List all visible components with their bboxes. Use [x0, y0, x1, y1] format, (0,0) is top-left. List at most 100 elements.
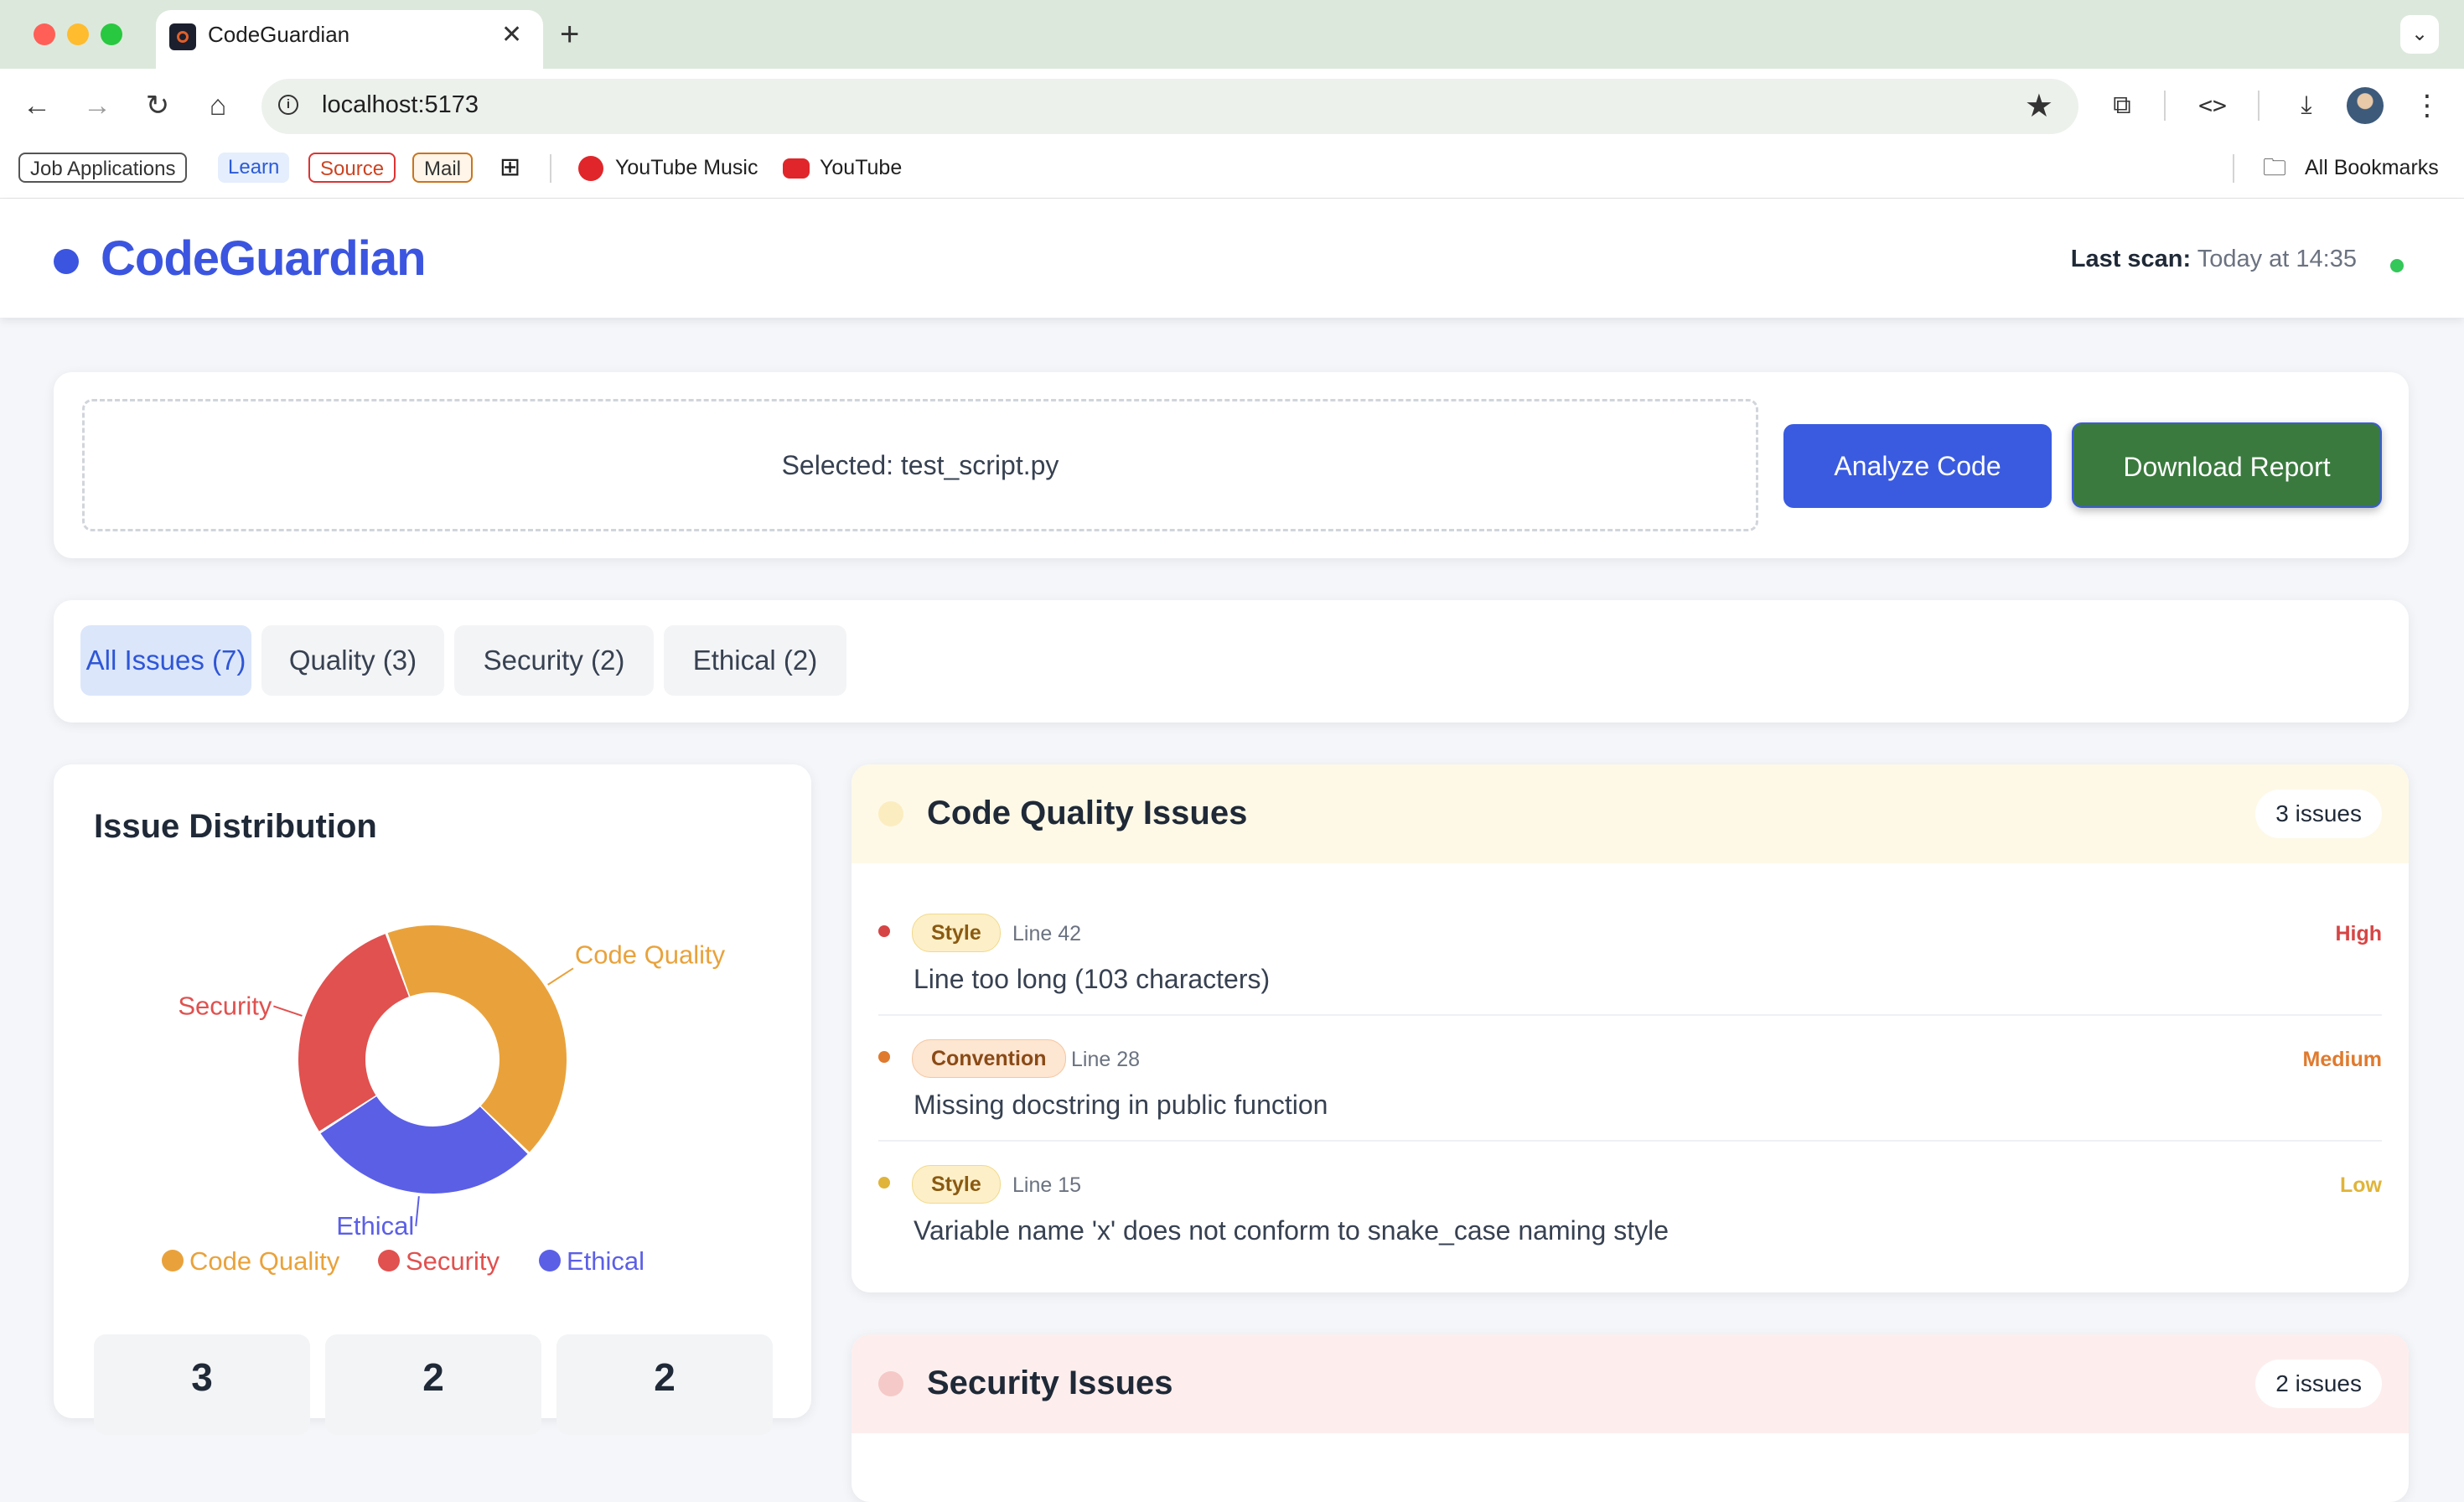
security-issues-card: Security Issues 2 issues	[852, 1334, 2409, 1502]
stat-ethical-count: 2	[556, 1334, 773, 1435]
bookmark-mail[interactable]: Mail	[412, 153, 474, 183]
bookmark-job-applications[interactable]: Job Applications	[18, 153, 188, 183]
issue-item[interactable]: Style Line 42 Line too long (103 charact…	[852, 893, 2409, 1019]
issue-tag: Style	[912, 914, 1001, 952]
tab-search-icon[interactable]: ⌄	[2400, 15, 2439, 54]
tab-security[interactable]: Security (2)	[454, 625, 654, 696]
apps-grid-icon[interactable]: ⊞	[500, 153, 520, 183]
issue-severity: Medium	[2302, 1048, 2382, 1071]
toolbar-divider	[2258, 91, 2260, 121]
code-quality-header: Code Quality Issues 3 issues	[852, 764, 2409, 863]
analyze-code-button[interactable]: Analyze Code	[1783, 424, 2052, 508]
folder-icon: 🗀	[2263, 154, 2287, 180]
new-tab-icon[interactable]: +	[560, 15, 579, 54]
legend-item-security[interactable]: Security	[378, 1246, 500, 1276]
download-report-button[interactable]: Download Report	[2072, 422, 2382, 508]
youtube-music-icon	[578, 156, 603, 181]
bookmark-youtube-music[interactable]: YouTube Music	[615, 153, 758, 183]
close-window-button[interactable]	[34, 23, 55, 45]
issue-item[interactable]: Convention Line 28 Missing docstring in …	[852, 1019, 2409, 1145]
donut-callout-line	[547, 967, 574, 986]
stat-security-number: 2	[422, 1355, 444, 1399]
tab-quality[interactable]: Quality (3)	[261, 625, 444, 696]
last-scan-value: Today at 14:35	[2197, 246, 2357, 272]
issue-line: Line 42	[1012, 922, 1082, 945]
back-icon[interactable]: ←	[17, 85, 57, 126]
selected-file-text: Selected: test_script.py	[781, 450, 1059, 480]
issue-distribution-card: Issue Distribution Code Quality Ethical Se…	[54, 764, 811, 1435]
bookmarks-divider	[550, 154, 551, 183]
legend-item-code-quality[interactable]: Code Quality	[162, 1246, 340, 1276]
stat-quality-count: 3	[94, 1334, 310, 1435]
code-quality-title: Code Quality Issues	[927, 795, 1248, 831]
donut-callout-line	[273, 1005, 303, 1017]
last-scan-info: Last scan: Today at 14:35	[2071, 246, 2357, 273]
donut-label-ethical: Ethical	[336, 1211, 414, 1240]
security-count-badge: 2 issues	[2255, 1360, 2382, 1408]
legend-swatch	[378, 1250, 400, 1272]
bookmark-star-icon[interactable]: ★	[2025, 87, 2053, 125]
donut-slice-security[interactable]	[298, 934, 409, 1132]
bookmark-source[interactable]: Source	[308, 153, 396, 183]
favicon-icon	[169, 23, 196, 50]
logo-dot-icon	[54, 249, 79, 274]
home-icon[interactable]: ⌂	[198, 85, 238, 126]
legend-item-ethical[interactable]: Ethical	[539, 1246, 644, 1276]
app-header: CodeGuardian Last scan: Today at 14:35	[0, 199, 2464, 318]
security-dot-icon	[878, 1371, 903, 1396]
stat-ethical-number: 2	[654, 1355, 676, 1399]
profile-avatar[interactable]	[2347, 87, 2384, 124]
all-bookmarks-button[interactable]: All Bookmarks	[2305, 153, 2439, 183]
bookmark-learn[interactable]: Learn	[218, 153, 290, 183]
severity-dot-icon	[878, 925, 890, 937]
legend-label: Ethical	[567, 1246, 644, 1276]
code-quality-card: Code Quality Issues 3 issues Style Line …	[852, 764, 2409, 1292]
donut-label-code-quality: Code Quality	[575, 940, 726, 969]
security-title: Security Issues	[927, 1365, 1173, 1401]
issue-tag: Style	[912, 1165, 1001, 1204]
toolbar-divider	[2164, 91, 2166, 121]
reload-icon[interactable]: ↻	[137, 85, 178, 126]
download-icon[interactable]: ⤓	[2286, 85, 2327, 126]
bookmark-youtube[interactable]: YouTube	[820, 153, 902, 183]
site-info-icon[interactable]: i	[278, 95, 298, 115]
tab-ethical[interactable]: Ethical (2)	[664, 625, 846, 696]
youtube-icon	[783, 158, 810, 179]
issue-tag: Convention	[912, 1039, 1066, 1078]
donut-callout-line	[415, 1196, 420, 1227]
legend-swatch	[539, 1250, 561, 1272]
last-scan-label: Last scan:	[2070, 246, 2192, 272]
menu-kebab-icon[interactable]: ⋮	[2407, 85, 2447, 126]
address-bar[interactable]: i localhost:5173 ★	[261, 79, 2078, 134]
file-dropzone[interactable]: Selected: test_script.py	[82, 399, 1758, 531]
close-tab-icon[interactable]: ✕	[501, 17, 522, 54]
upload-card: Selected: test_script.py Analyze Code Do…	[54, 372, 2409, 558]
issue-line: Line 28	[1071, 1048, 1141, 1071]
severity-dot-icon	[878, 1051, 890, 1063]
issue-line: Line 15	[1012, 1173, 1082, 1197]
url-text[interactable]: localhost:5173	[322, 91, 479, 119]
status-indicator	[2390, 259, 2404, 272]
stat-quality-number: 3	[191, 1355, 213, 1399]
maximize-window-button[interactable]	[101, 23, 122, 45]
tab-all-issues[interactable]: All Issues (7)	[80, 625, 251, 696]
donut-chart: Code Quality Ethical Security Code Quality…	[162, 925, 726, 1276]
minimize-window-button[interactable]	[67, 23, 89, 45]
extensions-icon[interactable]: ⧉	[2102, 85, 2142, 126]
severity-dot-icon	[878, 1177, 890, 1189]
forward-icon[interactable]: →	[77, 85, 117, 126]
browser-tab[interactable]: CodeGuardian ✕	[156, 10, 543, 69]
devtools-code-icon[interactable]: <>	[2192, 85, 2233, 126]
issue-item[interactable]: Style Line 15 Variable name 'x' does not…	[852, 1145, 2409, 1271]
bookmarks-bar: Job Applications Learn Source Mail ⊞ You…	[0, 142, 2464, 199]
legend-label: Security	[406, 1246, 500, 1276]
tab-title: CodeGuardian	[208, 22, 350, 47]
brand-title: CodeGuardian	[101, 231, 427, 286]
issue-message: Line too long (103 characters)	[914, 964, 1271, 994]
stat-security-count: 2	[325, 1334, 541, 1435]
issue-severity: Low	[2340, 1173, 2382, 1197]
issue-message: Variable name 'x' does not conform to sn…	[914, 1215, 1669, 1246]
donut-label-security: Security	[178, 991, 272, 1020]
quality-count-badge: 3 issues	[2255, 790, 2382, 838]
security-header: Security Issues 2 issues	[852, 1334, 2409, 1433]
